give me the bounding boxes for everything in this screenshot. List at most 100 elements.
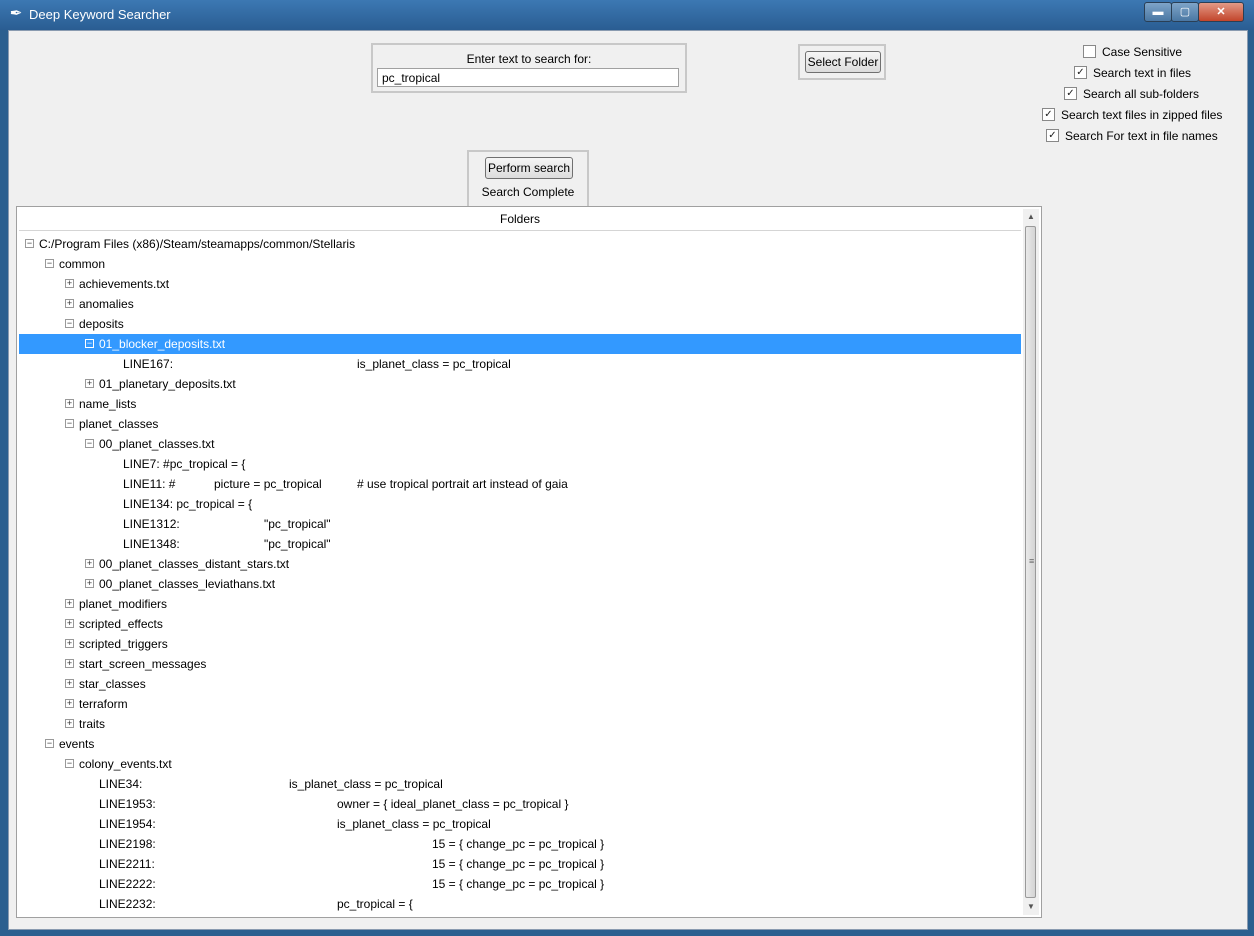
tree-node[interactable]: −01_blocker_deposits.txt bbox=[19, 334, 1021, 354]
tree-body: − C:/Program Files (x86)/Steam/steamapps/… bbox=[19, 234, 1021, 916]
option-3[interactable]: ✓ Search text files in zipped files bbox=[1042, 106, 1222, 124]
collapse-icon[interactable]: − bbox=[45, 259, 54, 268]
tree-node[interactable]: − colony_events.txt bbox=[19, 754, 1021, 774]
tree-node-label: start_screen_messages bbox=[79, 657, 207, 671]
tree-node[interactable]: −00_planet_classes.txt bbox=[19, 434, 1021, 454]
search-input[interactable] bbox=[377, 68, 679, 87]
checkbox-checked-icon[interactable]: ✓ bbox=[1074, 66, 1087, 80]
tree-node[interactable]: +00_planet_classes_distant_stars.txt bbox=[19, 554, 1021, 574]
tree-node-label: scripted_effects bbox=[79, 617, 163, 631]
tree-node-label: 01_planetary_deposits.txt bbox=[99, 377, 236, 391]
search-status: Search Complete bbox=[481, 185, 575, 199]
tree-match-line[interactable]: LINE134: pc_tropical = { bbox=[19, 494, 1021, 514]
collapse-icon[interactable]: − bbox=[65, 319, 74, 328]
tree-node[interactable]: + achievements.txt bbox=[19, 274, 1021, 294]
scroll-thumb[interactable]: ≡ bbox=[1025, 226, 1036, 898]
collapse-icon[interactable]: − bbox=[65, 419, 74, 428]
tree-node[interactable]: +00_planet_classes_leviathans.txt bbox=[19, 574, 1021, 594]
match-comment: # use tropical portrait art instead of g… bbox=[357, 477, 568, 491]
tree-match-line[interactable]: LINE2198: 15 = { change_pc = pc_tropical … bbox=[19, 834, 1021, 854]
option-2[interactable]: ✓ Search all sub-folders bbox=[1064, 85, 1199, 103]
tree-match-line[interactable]: LINE2211: 15 = { change_pc = pc_tropical … bbox=[19, 854, 1021, 874]
tree-node-label: LINE34: bbox=[99, 777, 143, 791]
tree-node[interactable]: + scripted_triggers bbox=[19, 634, 1021, 654]
collapse-icon[interactable]: − bbox=[65, 759, 74, 768]
maximize-button[interactable]: ▢ bbox=[1171, 2, 1199, 22]
tree-match-line[interactable]: LINE167: is_planet_class = pc_tropical bbox=[19, 354, 1021, 374]
match-text: "pc_tropical" bbox=[264, 517, 331, 531]
expand-icon[interactable]: + bbox=[85, 379, 94, 388]
minimize-button[interactable]: ▬ bbox=[1144, 2, 1172, 22]
match-text: is_planet_class = pc_tropical bbox=[357, 357, 511, 371]
close-button[interactable]: ✕ bbox=[1198, 2, 1244, 22]
tree-node[interactable]: +01_planetary_deposits.txt bbox=[19, 374, 1021, 394]
tree-node-label: colony_events.txt bbox=[79, 757, 172, 771]
expand-icon[interactable]: + bbox=[65, 299, 74, 308]
vertical-scrollbar[interactable]: ▲ ≡ ▼ bbox=[1023, 209, 1039, 915]
match-text: "pc_tropical" bbox=[264, 537, 331, 551]
tree-node[interactable]: − common bbox=[19, 254, 1021, 274]
perform-search-button[interactable]: Perform search bbox=[485, 157, 573, 179]
expand-icon[interactable]: + bbox=[65, 279, 74, 288]
feather-app-icon: ✒ bbox=[9, 5, 23, 22]
tree-node-label: scripted_triggers bbox=[79, 637, 168, 651]
tree-node[interactable]: + anomalies bbox=[19, 294, 1021, 314]
tree-node[interactable]: + terraform bbox=[19, 694, 1021, 714]
option-4[interactable]: ✓ Search For text in file names bbox=[1046, 127, 1218, 145]
tree-node[interactable]: − deposits bbox=[19, 314, 1021, 334]
match-text: picture = pc_tropical bbox=[214, 477, 322, 491]
scroll-up-arrow-icon[interactable]: ▲ bbox=[1023, 209, 1039, 225]
tree-node[interactable]: + scripted_effects bbox=[19, 614, 1021, 634]
collapse-icon[interactable]: − bbox=[85, 339, 94, 348]
match-text: is_planet_class = pc_tropical bbox=[289, 777, 443, 791]
expand-icon[interactable]: + bbox=[65, 619, 74, 628]
checkbox-checked-icon[interactable]: ✓ bbox=[1042, 108, 1055, 122]
option-1[interactable]: ✓ Search text in files bbox=[1074, 64, 1191, 82]
option-label: Search all sub-folders bbox=[1083, 87, 1200, 101]
checkbox-checked-icon[interactable]: ✓ bbox=[1046, 129, 1059, 143]
tree-node[interactable]: − C:/Program Files (x86)/Steam/steamapps/… bbox=[19, 234, 1021, 254]
option-label: Search text files in zipped files bbox=[1061, 108, 1223, 122]
tree-node-label: planet_classes bbox=[79, 417, 159, 431]
collapse-icon[interactable]: − bbox=[85, 439, 94, 448]
expand-icon[interactable]: + bbox=[85, 559, 94, 568]
tree-match-line[interactable]: LINE2222: 15 = { change_pc = pc_tropical … bbox=[19, 874, 1021, 894]
tree-header-folders[interactable]: Folders bbox=[19, 209, 1021, 231]
expand-icon[interactable]: + bbox=[85, 579, 94, 588]
tree-match-line[interactable]: LINE7: #pc_tropical = { bbox=[19, 454, 1021, 474]
tree-match-line[interactable]: LINE1312: "pc_tropical" bbox=[19, 514, 1021, 534]
expand-icon[interactable]: + bbox=[65, 659, 74, 668]
match-text: pc_tropical = { bbox=[337, 897, 413, 911]
checkbox-unchecked-icon[interactable] bbox=[1083, 45, 1096, 59]
expand-icon[interactable]: + bbox=[65, 699, 74, 708]
option-0[interactable]: Case Sensitive bbox=[1083, 43, 1182, 61]
tree-node-label: name_lists bbox=[79, 397, 137, 411]
expand-icon[interactable]: + bbox=[65, 399, 74, 408]
tree-node-label: star_classes bbox=[79, 677, 146, 691]
tree-node-label: LINE167: bbox=[123, 357, 174, 371]
tree-match-line[interactable]: LINE1953: owner = { ideal_planet_class = … bbox=[19, 794, 1021, 814]
collapse-icon[interactable]: − bbox=[45, 739, 54, 748]
select-folder-button[interactable]: Select Folder bbox=[805, 51, 881, 73]
tree-node[interactable]: − events bbox=[19, 734, 1021, 754]
tree-node[interactable]: + star_classes bbox=[19, 674, 1021, 694]
tree-node[interactable]: + traits bbox=[19, 714, 1021, 734]
expand-icon[interactable]: + bbox=[65, 719, 74, 728]
option-label: Search For text in file names bbox=[1065, 129, 1218, 143]
expand-icon[interactable]: + bbox=[65, 679, 74, 688]
tree-match-line[interactable]: LINE11: # picture = pc_tropical # use trop… bbox=[19, 474, 1021, 494]
checkbox-checked-icon[interactable]: ✓ bbox=[1064, 87, 1077, 101]
tree-match-line[interactable]: LINE1348: "pc_tropical" bbox=[19, 534, 1021, 554]
tree-node-label: LINE2232: bbox=[99, 897, 156, 911]
expand-icon[interactable]: + bbox=[65, 639, 74, 648]
collapse-icon[interactable]: − bbox=[25, 239, 34, 248]
scroll-down-arrow-icon[interactable]: ▼ bbox=[1023, 899, 1039, 915]
tree-node[interactable]: + start_screen_messages bbox=[19, 654, 1021, 674]
tree-node[interactable]: + name_lists bbox=[19, 394, 1021, 414]
tree-node[interactable]: − planet_classes bbox=[19, 414, 1021, 434]
tree-match-line[interactable]: LINE1954: is_planet_class = pc_tropical bbox=[19, 814, 1021, 834]
tree-match-line[interactable]: LINE2232: pc_tropical = { bbox=[19, 894, 1021, 914]
tree-match-line[interactable]: LINE34: is_planet_class = pc_tropical bbox=[19, 774, 1021, 794]
tree-node[interactable]: + planet_modifiers bbox=[19, 594, 1021, 614]
expand-icon[interactable]: + bbox=[65, 599, 74, 608]
